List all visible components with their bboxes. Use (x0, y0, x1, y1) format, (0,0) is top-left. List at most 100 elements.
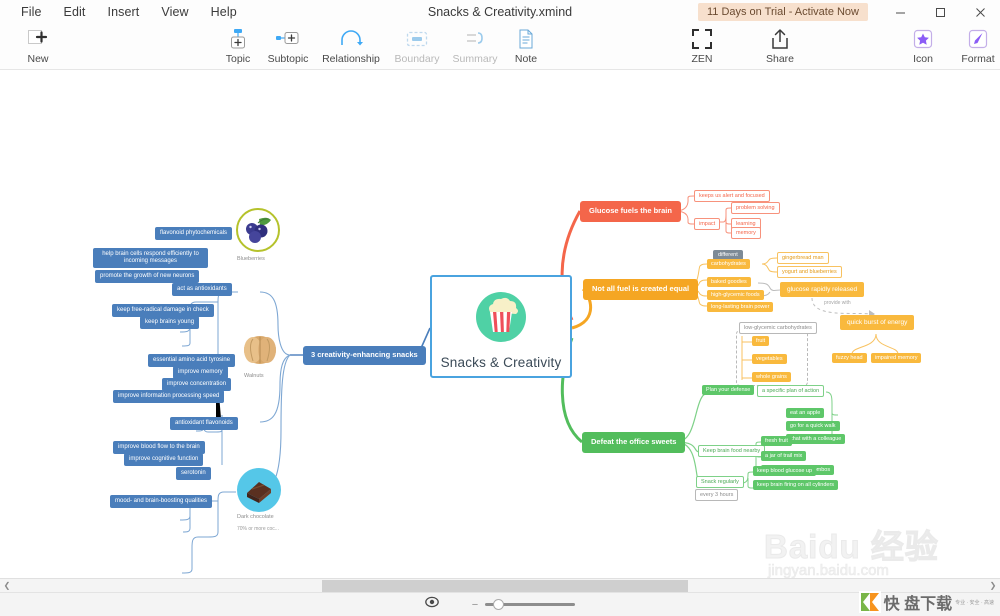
chocolate-icon[interactable] (237, 468, 281, 512)
zoom-slider-knob[interactable] (493, 599, 505, 610)
scrollbar-thumb[interactable] (322, 579, 688, 592)
orange-topic-fruit[interactable]: fruit (752, 336, 770, 347)
dark-chocolate-label: Dark chocolate (237, 514, 274, 520)
relationship-icon (338, 27, 364, 51)
left-topic-improve-concentration[interactable]: improve concentration (162, 378, 232, 391)
orange-topic-yogurt-blueberries[interactable]: yogurt and blueberries (777, 266, 842, 279)
toolbar-subtopic-button[interactable]: Subtopic (256, 27, 320, 69)
left-topic-mood-boosting[interactable]: mood- and brain-boosting qualities (110, 495, 213, 508)
relationship-label-provide-with: provide with (822, 300, 853, 306)
menu-item-view[interactable]: View (150, 3, 199, 21)
blueberry-icon[interactable] (236, 208, 280, 252)
xmind-window: File Edit Insert View Help Snacks & Crea… (0, 0, 1000, 616)
toolbar-zen-button[interactable]: ZEN (670, 27, 734, 69)
red-topic-alert-focused[interactable]: keeps us alert and focused (694, 190, 770, 203)
note-icon (515, 27, 537, 51)
left-topic-tyrosine[interactable]: essential amino acid tyrosine (148, 354, 236, 367)
toolbar-relationship-button[interactable]: Relationship (319, 27, 383, 69)
menu-item-edit[interactable]: Edit (53, 3, 97, 21)
red-topic-problem-solving[interactable]: problem solving (731, 202, 780, 215)
green-topic-snack-note[interactable]: every 3 hours (695, 489, 739, 502)
orange-topic-impaired-memory[interactable]: impaired memory (871, 353, 922, 364)
toolbar-summary-label: Summary (452, 53, 498, 65)
toolbar-new-button[interactable]: New (6, 27, 70, 69)
kuaipan-watermark: 快 盘下载 专业 · 安全 · 高速 (858, 590, 994, 614)
green-topic-blood-glucose-up[interactable]: keep blood glucose up (753, 466, 817, 477)
green-topic-brain-firing[interactable]: keep brain firing on all cylinders (753, 480, 839, 491)
orange-topic-fuzzy-head[interactable]: fuzzy head (832, 353, 867, 364)
blueberries-label: Blueberries (237, 256, 265, 262)
green-topic-eat-apple[interactable]: eat an apple (786, 408, 825, 419)
orange-topic-baked-goodies[interactable]: baked goodies (707, 277, 751, 288)
maximize-icon (935, 7, 945, 17)
left-topic-serotonin[interactable]: serotonin (176, 467, 211, 480)
close-button[interactable] (960, 0, 1000, 24)
toolbar-boundary-button[interactable]: Boundary (385, 27, 449, 69)
dark-chocolate-note: 70% or more coc... (237, 526, 279, 532)
left-topic-brain-cells[interactable]: help brain cells respond efficiently to … (93, 248, 208, 268)
right-main-topic-office-sweets[interactable]: Defeat the office sweets (582, 432, 686, 453)
scroll-down-arrow[interactable]: ❯ (986, 581, 1000, 590)
left-topic-improve-memory[interactable]: improve memory (173, 366, 228, 379)
green-topic-plan-defense[interactable]: Plan your defense (702, 385, 755, 396)
maximize-button[interactable] (920, 0, 960, 24)
left-topic-cognitive-function[interactable]: improve cognitive function (124, 453, 204, 466)
status-bar: − 快 盘下载 专业 · 安全 · 高速 (0, 590, 1000, 616)
scroll-left-arrow[interactable]: ❮ (0, 581, 14, 590)
toolbar-subtopic-label: Subtopic (267, 53, 309, 65)
green-topic-fresh-fruit[interactable]: fresh fruit (761, 436, 792, 447)
kuaipan-text: 快 盘下载 (883, 596, 953, 613)
left-topic-brains-young[interactable]: keep brains young (140, 316, 200, 329)
boundary-icon (405, 27, 429, 51)
left-topic-flavonoid[interactable]: flavonoid phytochemicals (155, 227, 233, 240)
left-topic-new-neurons[interactable]: promote the growth of new neurons (95, 270, 200, 283)
popcorn-icon (472, 288, 530, 353)
horizontal-scrollbar[interactable]: ❮ ❯ (0, 578, 1000, 593)
orange-topic-glucose-released[interactable]: glucose rapidly released (780, 282, 865, 298)
left-topic-antioxidant-flavonoids[interactable]: antioxidant flavonoids (170, 417, 238, 430)
walnut-icon[interactable] (238, 328, 282, 372)
green-topic-quick-walk[interactable]: go for a quick walk (786, 421, 840, 432)
right-main-topic-fuel[interactable]: Not all fuel is created equal (583, 279, 699, 300)
right-main-topic-glucose[interactable]: Glucose fuels the brain (580, 201, 681, 222)
green-topic-brain-food-nearby[interactable]: Keep brain food nearby (698, 445, 766, 458)
trial-badge[interactable]: 11 Days on Trial - Activate Now (697, 3, 868, 21)
star-icon (912, 27, 934, 51)
green-topic-chat-colleague[interactable]: chat with a colleague (786, 434, 846, 445)
red-topic-memory[interactable]: memory (731, 227, 761, 240)
green-topic-specific-plan[interactable]: a specific plan of action (757, 385, 825, 398)
central-topic[interactable]: Snacks & Creativity (430, 275, 572, 378)
orange-topic-long-lasting[interactable]: long-lasting brain power (707, 302, 774, 313)
zoom-out-button[interactable]: − (472, 599, 478, 611)
toolbar: New Topic Subtopic Relationship Boundary… (0, 24, 1000, 70)
minimize-button[interactable] (880, 0, 920, 24)
orange-topic-high-glycemic[interactable]: high-glycemic foods (707, 290, 764, 301)
mindmap-canvas[interactable]: Snacks & Creativity 3 creativity-enhanci… (0, 70, 1000, 578)
toolbar-share-button[interactable]: Share (748, 27, 812, 69)
toolbar-share-label: Share (765, 53, 795, 65)
toolbar-note-button[interactable]: Note (494, 27, 558, 69)
menu-item-file[interactable]: File (10, 3, 53, 21)
orange-topic-gingerbread[interactable]: gingerbread man (777, 252, 829, 265)
green-topic-snack-regularly[interactable]: Snack regularly (696, 476, 744, 489)
left-topic-blood-flow[interactable]: improve blood flow to the brain (113, 441, 205, 454)
menu-item-help[interactable]: Help (200, 3, 248, 21)
left-topic-processing-speed[interactable]: improve information processing speed (113, 390, 225, 403)
menu-item-insert[interactable]: Insert (97, 3, 151, 21)
orange-topic-whole-grains[interactable]: whole grains (752, 372, 791, 383)
left-topic-free-radical[interactable]: keep free-radical damage in check (112, 304, 214, 317)
scrollbar-track[interactable] (14, 578, 986, 593)
red-topic-impact[interactable]: impact (694, 218, 721, 231)
zoom-slider[interactable] (485, 599, 576, 610)
toolbar-format-button[interactable]: Format (946, 27, 1000, 69)
fullscreen-icon (691, 27, 713, 51)
close-icon (975, 7, 985, 17)
left-topic-antioxidants[interactable]: act as antioxidants (172, 283, 232, 296)
green-topic-trail-mix[interactable]: a jar of trail mix (761, 451, 807, 462)
boundary-title[interactable]: low-glycemic carbohydrates (739, 322, 817, 335)
orange-topic-carbohydrates[interactable]: carbohydrates (707, 259, 750, 270)
orange-topic-quick-burst[interactable]: quick burst of energy (840, 315, 915, 331)
left-main-topic[interactable]: 3 creativity-enhancing snacks (303, 346, 426, 365)
orange-topic-vegetables[interactable]: vegetables (752, 354, 787, 365)
eye-icon[interactable] (424, 595, 439, 614)
